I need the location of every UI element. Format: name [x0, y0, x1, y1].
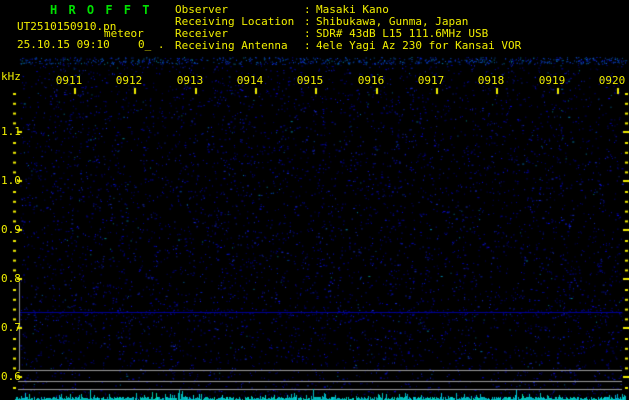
info-value: Shibukawa, Gunma, Japan [316, 16, 468, 27]
x-tick-label: 0915 [296, 75, 324, 86]
x-tick-label: 0913 [176, 75, 204, 86]
x-tick-label: 0914 [236, 75, 264, 86]
hrofft-window: H R O F F T UT2510150910.pn meteor 25.10… [0, 0, 629, 400]
y-tick-label: 0.9 [1, 224, 23, 235]
x-tick-label: 0917 [417, 75, 445, 86]
filename-label: UT2510150910.pn [17, 21, 116, 32]
y-tick-label: 1.0 [1, 175, 23, 186]
info-label: Receiving Location [175, 16, 294, 27]
info-separator: : [304, 16, 311, 27]
y-tick-label: 0.6 [1, 371, 23, 382]
info-value: SDR# 43dB L15 111.6MHz USB [316, 28, 488, 39]
info-label: Receiving Antenna [175, 40, 288, 51]
app-title: H R O F F T [50, 4, 151, 16]
info-value: 4ele Yagi Az 230 for Kansai VOR [316, 40, 521, 51]
x-tick-label: 0920 [598, 75, 626, 86]
info-separator: : [304, 4, 311, 15]
x-tick-label: 0919 [538, 75, 566, 86]
y-axis-unit-label: kHz [1, 71, 21, 82]
y-tick-label: 0.7 [1, 322, 23, 333]
y-tick-label: 0.8 [1, 273, 23, 284]
info-label: Observer [175, 4, 228, 15]
spectrogram-canvas [0, 0, 629, 400]
echo-counter: 0_ . [138, 39, 165, 50]
x-tick-label: 0918 [477, 75, 505, 86]
info-separator: : [304, 28, 311, 39]
x-tick-label: 0916 [357, 75, 385, 86]
info-label: Receiver [175, 28, 228, 39]
x-tick-label: 0911 [55, 75, 83, 86]
datetime-label: 25.10.15 09:10 [17, 39, 110, 50]
info-value: Masaki Kano [316, 4, 389, 15]
x-tick-label: 0912 [115, 75, 143, 86]
info-separator: : [304, 40, 311, 51]
y-tick-label: 1.1 [1, 126, 23, 137]
